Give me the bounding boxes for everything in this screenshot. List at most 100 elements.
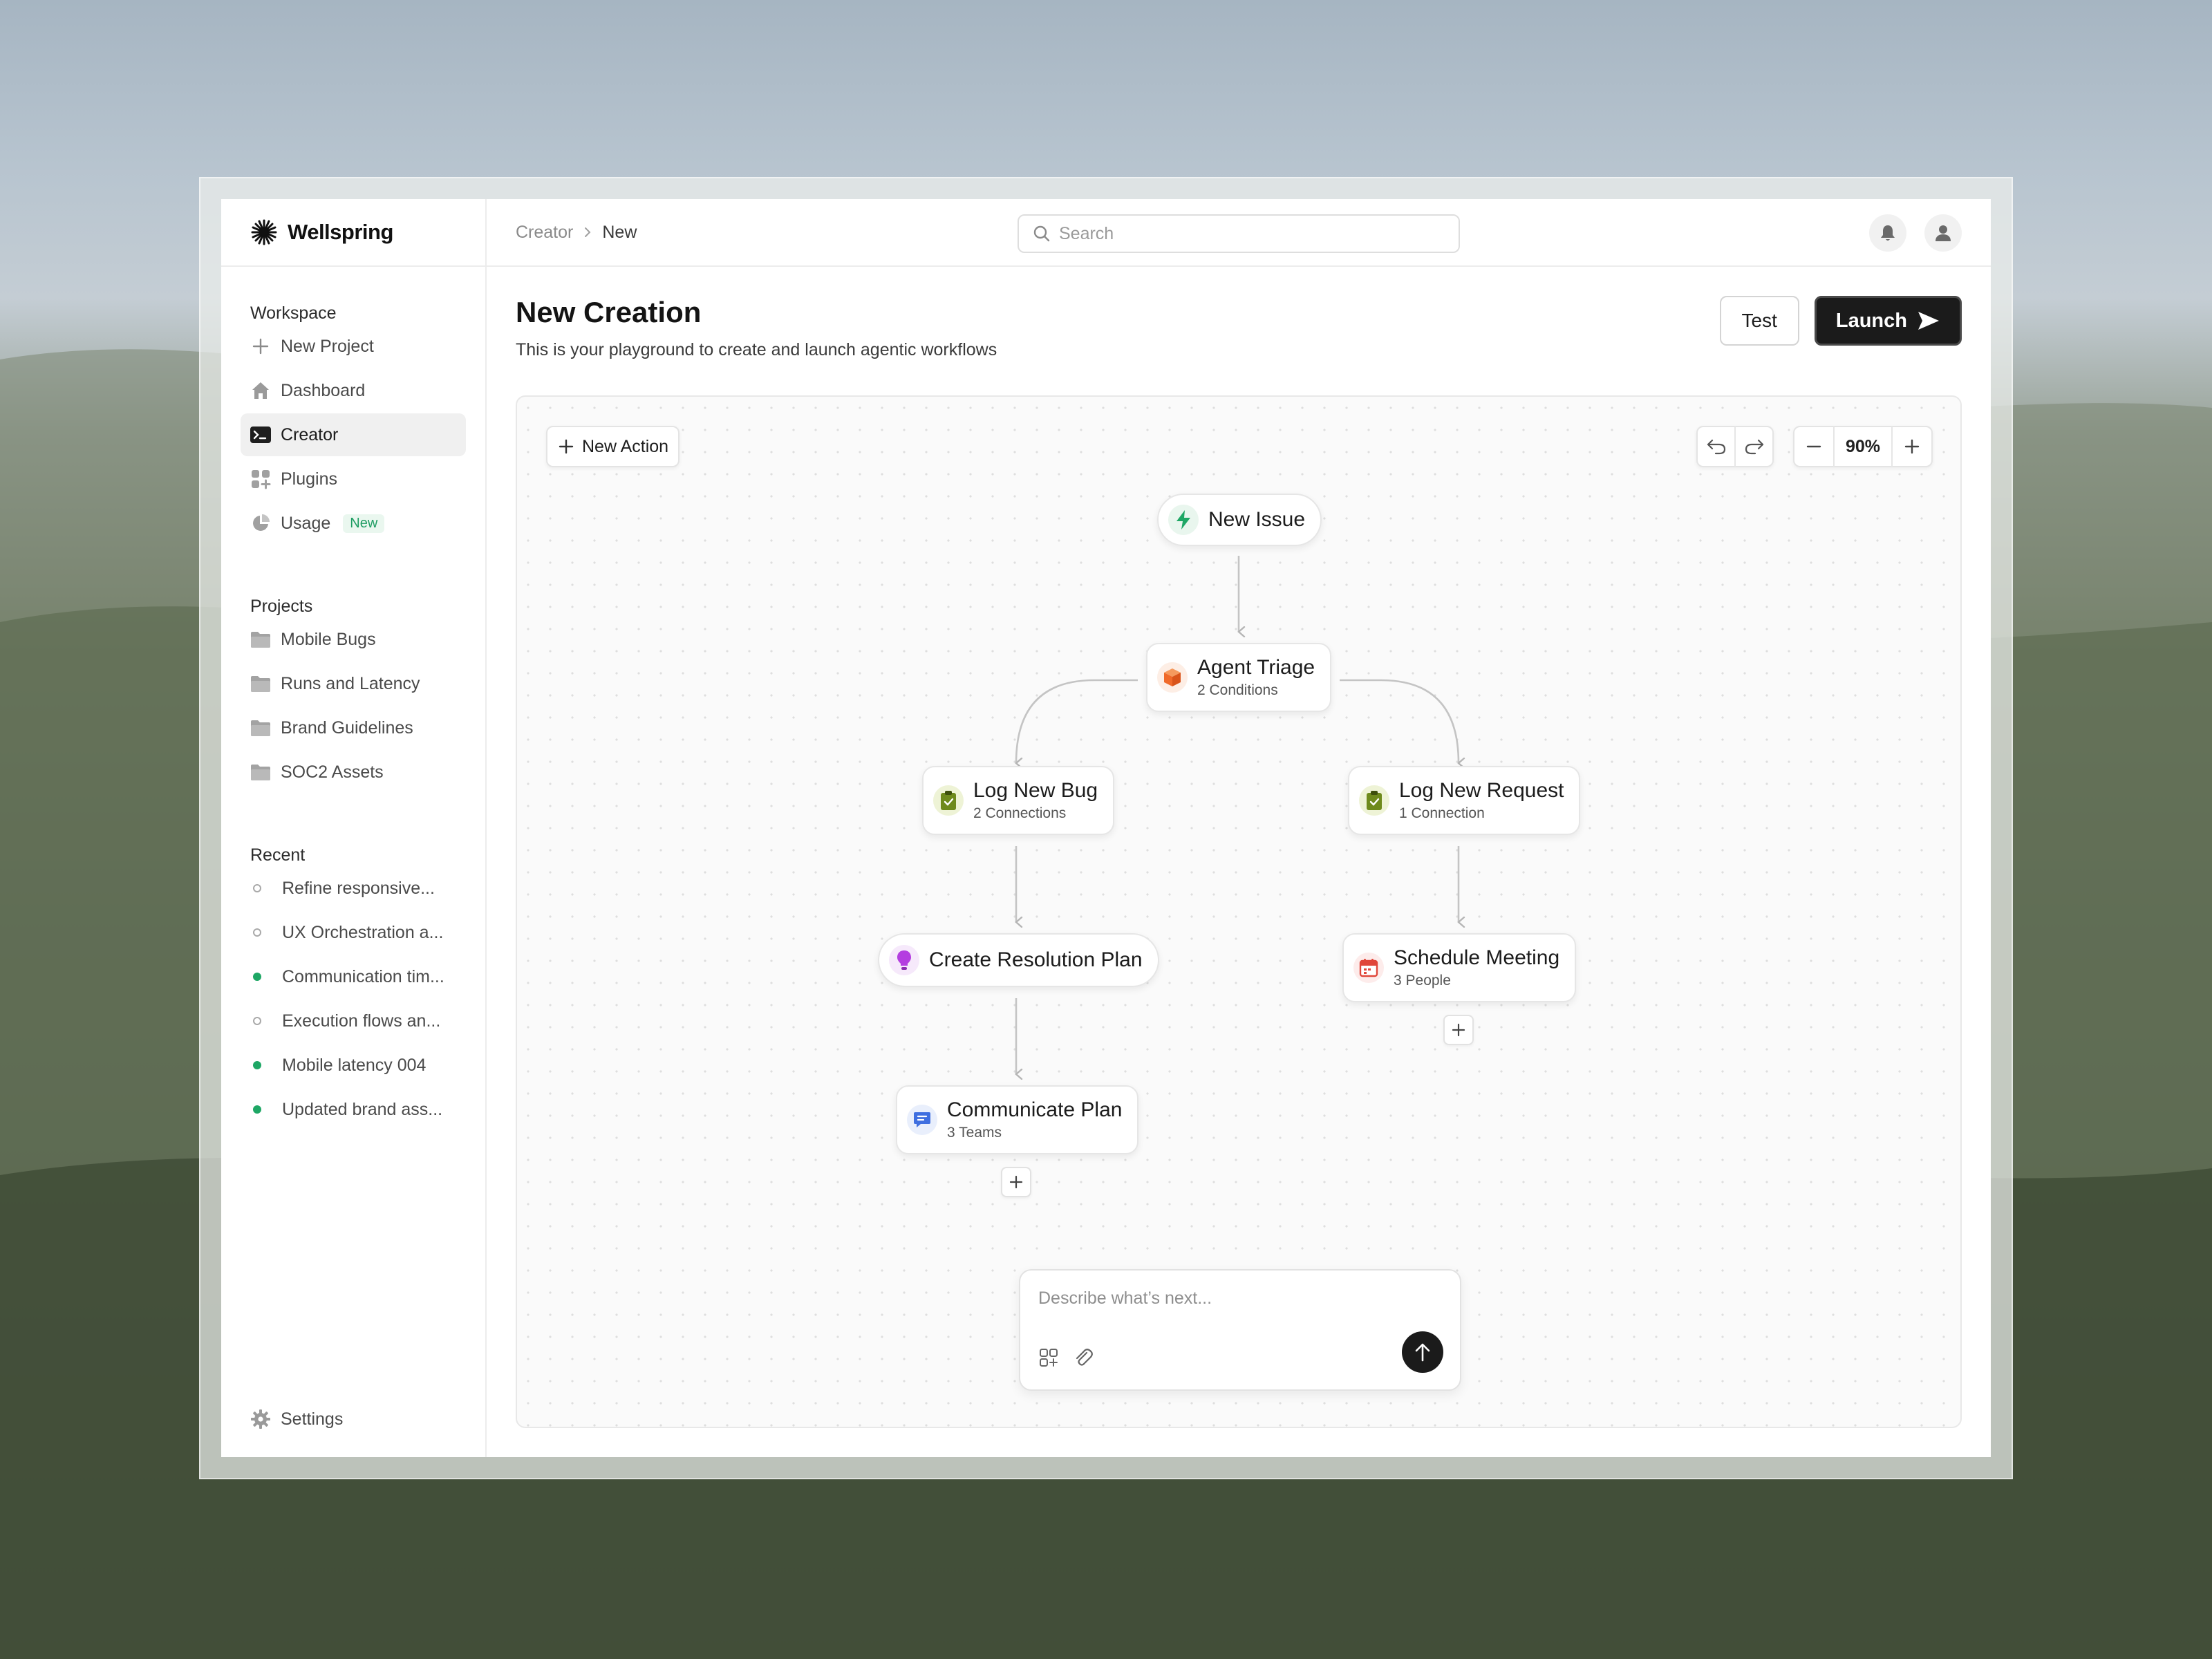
brand-name: Wellspring — [288, 220, 393, 244]
sidebar-item-usage[interactable]: Usage New — [241, 502, 466, 545]
sidebar-item-creator[interactable]: Creator — [241, 413, 466, 456]
send-button[interactable] — [1402, 1331, 1443, 1373]
undo-icon — [1707, 439, 1725, 455]
project-label: Mobile Bugs — [281, 629, 376, 649]
add-step-button[interactable] — [1001, 1167, 1031, 1197]
launch-button[interactable]: Launch — [1814, 296, 1962, 346]
lightbulb-icon — [889, 945, 919, 975]
recent-label: Mobile latency 004 — [282, 1055, 427, 1075]
node-title: New Issue — [1208, 508, 1306, 531]
node-title: Agent Triage — [1197, 656, 1315, 679]
undo-button[interactable] — [1698, 438, 1734, 456]
bell-icon — [1881, 225, 1895, 241]
recent-item[interactable]: Execution flows an... — [241, 1000, 466, 1042]
node-subtitle: 3 People — [1394, 973, 1451, 988]
node-communicate-plan[interactable]: Communicate Plan 3 Teams — [896, 1085, 1139, 1154]
zoom-controls: 90% — [1793, 426, 1933, 467]
redo-icon — [1745, 439, 1763, 455]
page-header: New Creation This is your playground to … — [516, 296, 997, 360]
recent-section: Recent Refine responsive... UX Orchestra… — [221, 838, 485, 1131]
sidebar-item-label: New Project — [281, 336, 374, 356]
search-input[interactable]: Search — [1018, 214, 1460, 253]
launch-label: Launch — [1835, 309, 1907, 332]
notifications-button[interactable] — [1869, 214, 1906, 252]
attach-button[interactable] — [1073, 1347, 1094, 1371]
sidebar-item-settings[interactable]: Settings — [241, 1398, 343, 1441]
new-action-button[interactable]: New Action — [546, 426, 680, 467]
folder-icon — [250, 673, 271, 694]
project-label: Runs and Latency — [281, 673, 420, 693]
search-icon — [1033, 225, 1050, 242]
recent-item[interactable]: UX Orchestration a... — [241, 911, 466, 954]
chat-icon — [907, 1105, 937, 1135]
zoom-in-button[interactable] — [1893, 427, 1931, 466]
plus-icon — [1009, 1175, 1023, 1189]
workspace-heading: Workspace — [250, 303, 337, 323]
node-subtitle: 2 Connections — [973, 805, 1067, 821]
breadcrumb-creator[interactable]: Creator — [516, 223, 573, 243]
brand[interactable]: Wellspring — [221, 199, 485, 267]
node-log-new-bug[interactable]: Log New Bug 2 Connections — [922, 766, 1115, 835]
status-dot — [253, 928, 261, 937]
project-item[interactable]: Mobile Bugs — [241, 618, 466, 661]
add-step-button[interactable] — [1443, 1015, 1474, 1045]
plus-icon — [1452, 1023, 1465, 1037]
topbar: Creator New Search — [487, 199, 1991, 267]
recent-item[interactable]: Communication tim... — [241, 955, 466, 998]
node-log-new-request[interactable]: Log New Request 1 Connection — [1348, 766, 1581, 835]
recent-label: Communication tim... — [282, 966, 444, 986]
node-new-issue[interactable]: New Issue — [1157, 494, 1322, 546]
cube-icon — [1157, 662, 1188, 693]
folder-icon — [250, 718, 271, 738]
top-actions — [1869, 214, 1962, 252]
status-dot — [253, 1061, 261, 1069]
node-create-resolution-plan[interactable]: Create Resolution Plan — [878, 933, 1159, 987]
sidebar-item-dashboard[interactable]: Dashboard — [241, 369, 466, 412]
node-subtitle: 2 Conditions — [1197, 682, 1278, 698]
node-text: Log New Bug 2 Connections — [973, 779, 1098, 822]
add-plugin-button[interactable] — [1038, 1347, 1059, 1371]
node-title: Log New Request — [1399, 779, 1564, 802]
folder-icon — [250, 629, 271, 650]
workflow-canvas[interactable]: New Action 90% New Issue Agent Triage 2 … — [516, 395, 1962, 1428]
node-agent-triage[interactable]: Agent Triage 2 Conditions — [1146, 643, 1332, 712]
node-title: Log New Bug — [973, 779, 1098, 802]
recent-item[interactable]: Mobile latency 004 — [241, 1044, 466, 1087]
sidebar-item-new-project[interactable]: New Project — [241, 325, 466, 368]
recent-heading: Recent — [250, 845, 306, 865]
project-item[interactable]: Runs and Latency — [241, 662, 466, 705]
workspace-section: Workspace New Project Dashboard Creator — [221, 296, 485, 545]
project-item[interactable]: Brand Guidelines — [241, 706, 466, 749]
node-text: Agent Triage 2 Conditions — [1197, 656, 1315, 699]
breadcrumb: Creator New — [516, 223, 637, 243]
project-item[interactable]: SOC2 Assets — [241, 751, 466, 794]
node-subtitle: 1 Connection — [1399, 805, 1485, 821]
profile-button[interactable] — [1924, 214, 1962, 252]
pie-chart-icon — [250, 513, 271, 534]
clipboard-icon — [1359, 785, 1389, 816]
projects-section: Projects Mobile Bugs Runs and Latency Br… — [221, 589, 485, 794]
node-text: Schedule Meeting 3 People — [1394, 946, 1559, 989]
test-button[interactable]: Test — [1719, 296, 1799, 346]
lightning-icon — [1168, 505, 1199, 535]
status-dot — [253, 1017, 261, 1025]
recent-item[interactable]: Refine responsive... — [241, 867, 466, 910]
recent-label: Execution flows an... — [282, 1011, 441, 1031]
gear-icon — [250, 1409, 271, 1430]
prompt-input[interactable] — [1038, 1288, 1425, 1309]
zoom-out-button[interactable] — [1794, 427, 1833, 466]
node-text: Communicate Plan 3 Teams — [947, 1098, 1122, 1141]
recent-label: Refine responsive... — [282, 878, 435, 898]
calendar-icon — [1353, 953, 1384, 983]
node-subtitle: 3 Teams — [947, 1125, 1002, 1141]
folder-icon — [250, 762, 271, 782]
breadcrumb-current: New — [602, 222, 637, 242]
redo-button[interactable] — [1736, 438, 1772, 456]
recent-label: Updated brand ass... — [282, 1099, 443, 1119]
recent-item[interactable]: Updated brand ass... — [241, 1088, 466, 1131]
node-title: Communicate Plan — [947, 1098, 1123, 1121]
sidebar-item-plugins[interactable]: Plugins — [241, 458, 466, 500]
zoom-level: 90% — [1845, 436, 1881, 456]
node-schedule-meeting[interactable]: Schedule Meeting 3 People — [1342, 933, 1577, 1002]
header-actions: Test Launch — [1719, 296, 1962, 346]
